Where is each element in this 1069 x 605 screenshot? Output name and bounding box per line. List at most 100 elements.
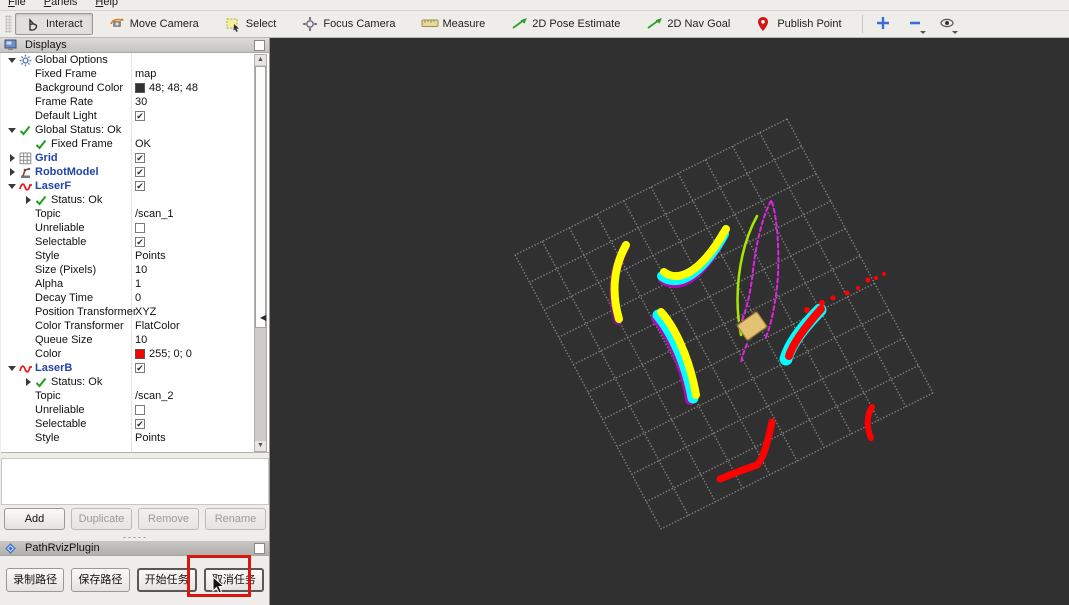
checkbox-checked[interactable]: ✔ <box>135 237 145 247</box>
value-text: 10 <box>135 264 148 276</box>
expander-down-icon[interactable] <box>5 365 19 371</box>
tree-scrollbar[interactable]: ▲ ▼ <box>254 54 267 452</box>
checkbox-checked[interactable]: ✔ <box>135 181 145 191</box>
tree-row-label: Style <box>35 250 60 262</box>
tree-row-frame-rate[interactable]: Frame Rate 30 <box>1 95 269 109</box>
add-button[interactable]: Add <box>4 508 65 530</box>
tree-row-topic[interactable]: Topic/scan_1 <box>1 207 269 221</box>
expander-right-icon[interactable] <box>5 168 19 176</box>
tree-row-unreliable[interactable]: Unreliable <box>1 403 269 417</box>
displays-panel: Displays Global Options Fixed Frame map Bac… <box>0 38 270 605</box>
remove-tool-button[interactable] <box>903 13 927 35</box>
path-plugin-button-3[interactable]: 开始任务 <box>136 568 197 592</box>
menu-file[interactable]: File <box>6 0 28 8</box>
gear-icon <box>19 54 35 67</box>
tool-move-camera-button[interactable]: Move Camera <box>99 13 209 35</box>
path-plugin-button-2[interactable]: 保存路径 <box>71 568 130 592</box>
tree-row-color[interactable]: Color 255; 0; 0 <box>1 347 269 361</box>
panel-splitter[interactable] <box>0 535 269 540</box>
menu-help[interactable]: Help <box>93 0 120 8</box>
expander-right-icon[interactable] <box>5 154 19 162</box>
tree-row-value: FlatColor <box>135 319 180 333</box>
expander-down-icon[interactable] <box>5 183 19 189</box>
value-text: OK <box>135 138 151 150</box>
scrollbar-down-arrow-icon[interactable]: ▼ <box>255 441 266 451</box>
tree-row-label: Topic <box>35 208 61 220</box>
3d-viewport[interactable] <box>270 38 1069 605</box>
displays-icon <box>4 39 20 51</box>
tree-row-decay-time[interactable]: Decay Time 0 <box>1 291 269 305</box>
path-plugin-button-1[interactable]: 录制路径 <box>6 568 65 592</box>
laserB-red-dot <box>882 272 886 276</box>
check-icon <box>35 139 51 150</box>
tree-row-value: XYZ <box>135 305 156 319</box>
tool-2d-pose-estimate-button[interactable]: 2D Pose Estimate <box>501 13 630 35</box>
tool-properties-button[interactable] <box>935 13 959 35</box>
displays-float-button[interactable] <box>254 39 265 51</box>
tree-row-global-options[interactable]: Global Options <box>1 53 269 67</box>
tree-row-default-light[interactable]: Default Light ✔ <box>1 109 269 123</box>
laser-icon <box>19 181 35 192</box>
tree-row-style[interactable]: Style Points <box>1 249 269 263</box>
tree-row-selectable[interactable]: Selectable ✔ <box>1 235 269 249</box>
tree-row-size-pixels[interactable]: Size (Pixels) 10 <box>1 263 269 277</box>
menu-panels[interactable]: Panels <box>42 0 80 8</box>
tree-row-label: Style <box>35 432 60 444</box>
tree-row-label: RobotModel <box>35 166 99 178</box>
add-tool-button[interactable] <box>871 13 895 35</box>
checkbox-checked[interactable]: ✔ <box>135 153 145 163</box>
expander-down-icon[interactable] <box>5 127 19 133</box>
toolbar-grip[interactable] <box>5 15 12 33</box>
tree-row-alpha[interactable]: Alpha 1 <box>1 277 269 291</box>
nav-goal-arrow-icon <box>646 16 663 32</box>
tool-publish-point-button[interactable]: Publish Point <box>746 13 851 35</box>
tool-focus-camera-button[interactable]: Focus Camera <box>292 13 405 35</box>
grid-icon <box>19 152 35 165</box>
tree-row-position-transformer[interactable]: Position Transformer XYZ <box>1 305 269 319</box>
tree-row-value: ✔ <box>135 165 145 179</box>
tree-row-value: 255; 0; 0 <box>135 347 192 361</box>
tree-row-robotmodel[interactable]: RobotModel ✔ <box>1 165 269 179</box>
checkbox-unchecked[interactable] <box>135 223 145 233</box>
tool-interact-button[interactable]: Interact <box>15 13 93 35</box>
tree-row-fixed-frame[interactable]: Fixed Frame map <box>1 67 269 81</box>
tree-row-selectable[interactable]: Selectable ✔ <box>1 417 269 431</box>
tree-row-laserf[interactable]: LaserF ✔ <box>1 179 269 193</box>
tree-row-grid[interactable]: Grid ✔ <box>1 151 269 165</box>
tool-label: Measure <box>442 18 486 30</box>
path-plugin-float-button[interactable] <box>254 542 265 554</box>
tree-row-value: 10 <box>135 263 147 277</box>
rename-button: Rename <box>205 508 266 530</box>
robot-icon <box>19 166 35 179</box>
tree-row-unreliable[interactable]: Unreliable <box>1 221 269 235</box>
tree-row-queue-size[interactable]: Queue Size 10 <box>1 333 269 347</box>
checkbox-checked[interactable]: ✔ <box>135 363 145 373</box>
tree-row-fixed-frame[interactable]: Fixed Frame OK <box>1 137 269 151</box>
tree-row-laserb[interactable]: LaserB ✔ <box>1 361 269 375</box>
tree-row-topic[interactable]: Topic/scan_2 <box>1 389 269 403</box>
dropdown-caret-icon <box>951 31 958 34</box>
tree-row-global-status-ok[interactable]: Global Status: Ok <box>1 123 269 137</box>
tree-row-style[interactable]: Style Points <box>1 431 269 445</box>
tool-measure-button[interactable]: Measure <box>411 13 495 35</box>
toolbar: Interact Move Camera Select Focus Camera Mea… <box>0 11 1069 38</box>
checkbox-checked[interactable]: ✔ <box>135 167 145 177</box>
tree-row-status-ok[interactable]: Status: Ok <box>1 375 269 389</box>
checkbox-unchecked[interactable] <box>135 405 145 415</box>
tree-row-background-color[interactable]: Background Color 48; 48; 48 <box>1 81 269 95</box>
move-camera-icon <box>109 16 125 32</box>
tree-row-color-transformer[interactable]: Color Transformer FlatColor <box>1 319 269 333</box>
checkbox-checked[interactable]: ✔ <box>135 419 145 429</box>
expander-down-icon[interactable] <box>5 57 19 63</box>
tree-row-value: /scan_1 <box>135 207 174 221</box>
tool-2d-nav-goal-button[interactable]: 2D Nav Goal <box>636 13 740 35</box>
scrollbar-up-arrow-icon[interactable]: ▲ <box>255 55 266 65</box>
expander-right-icon[interactable] <box>21 196 35 204</box>
tree-row-label: Unreliable <box>35 404 85 416</box>
tree-row-status-ok[interactable]: Status: Ok <box>1 193 269 207</box>
panel-collapse-arrow-icon[interactable]: ◀ <box>260 312 268 324</box>
expander-right-icon[interactable] <box>21 378 35 386</box>
scrollbar-thumb[interactable] <box>255 66 266 328</box>
tool-select-button[interactable]: Select <box>215 13 287 35</box>
checkbox-checked[interactable]: ✔ <box>135 111 145 121</box>
